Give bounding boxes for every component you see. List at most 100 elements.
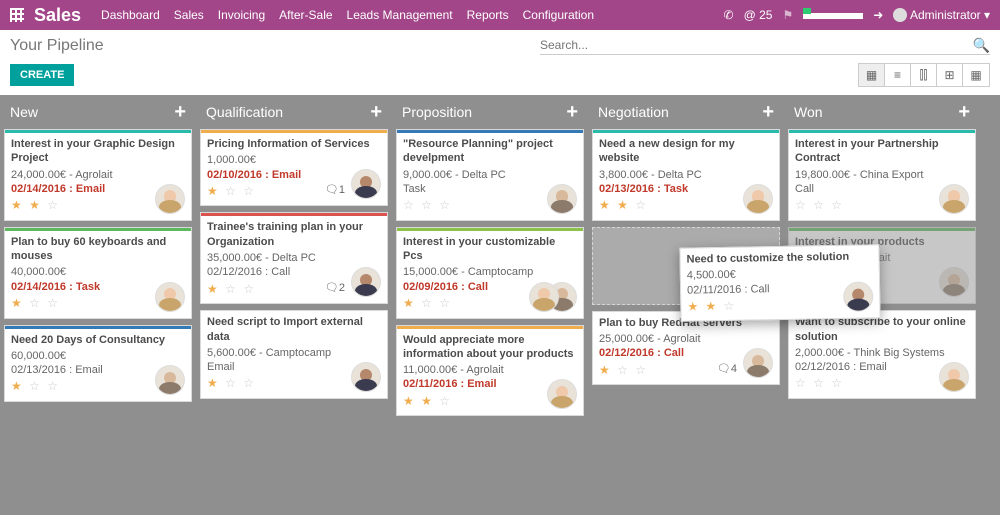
assignee-avatar[interactable]	[547, 379, 577, 409]
add-card-icon[interactable]: +	[762, 101, 774, 124]
menu-item[interactable]: Reports	[467, 8, 509, 22]
kanban-card[interactable]: Pricing Information of Services1,000.00€…	[200, 129, 388, 206]
card-subtitle: 15,000.00€ - Camptocamp	[403, 265, 577, 279]
star-rating[interactable]: ★ ☆ ☆	[11, 296, 60, 312]
user-menu[interactable]: Administrator ▾	[893, 8, 990, 23]
star-rating[interactable]: ★ ☆ ☆	[403, 296, 452, 312]
card-title: Would appreciate more information about …	[403, 333, 577, 362]
star-rating[interactable]: ★ ☆ ☆	[207, 376, 256, 392]
card-stripe	[789, 228, 975, 231]
menu-item[interactable]: Configuration	[523, 8, 594, 22]
search-wrap: 🔍	[540, 36, 990, 55]
assignee-avatar[interactable]	[155, 282, 185, 312]
card-stripe	[201, 213, 387, 216]
assignee-avatar[interactable]	[351, 169, 381, 199]
assignee-avatar[interactable]	[529, 282, 559, 312]
search-icon[interactable]: 🔍	[973, 37, 990, 54]
nav-right: ✆ @ 25 ⚑ ➜ Administrator ▾	[724, 8, 990, 23]
view-graph-icon[interactable]: ⫿⫿	[911, 64, 937, 86]
search-input[interactable]	[540, 36, 973, 54]
assignee-avatar[interactable]	[939, 267, 969, 297]
menu-item[interactable]: Sales	[174, 8, 204, 22]
card-title: Need 20 Days of Consultancy	[11, 333, 185, 347]
page-title: Your Pipeline	[10, 37, 104, 55]
apps-icon[interactable]	[10, 8, 24, 22]
card-subtitle: 35,000.00€ - Delta PC	[207, 251, 381, 265]
comments-count[interactable]: 🗨4	[717, 362, 737, 376]
column-title: Negotiation	[598, 104, 669, 120]
star-rating[interactable]: ★ ☆ ☆	[11, 379, 60, 395]
kanban-card[interactable]: "Resource Planning" project develpment9,…	[396, 129, 584, 221]
star-rating[interactable]: ★ ☆ ☆	[207, 282, 256, 298]
assignee-avatar[interactable]	[939, 184, 969, 214]
card-subtitle: 3,800.00€ - Delta PC	[599, 168, 773, 182]
menu-item[interactable]: Leads Management	[347, 8, 453, 22]
toolbar: CREATE ▦ ≡ ⫿⫿ ⊞ ▦	[0, 59, 1000, 95]
card-stripe	[397, 228, 583, 231]
column-header: Negotiation +	[592, 95, 780, 129]
login-icon[interactable]: ➜	[873, 8, 883, 22]
card-title: Plan to buy 60 keyboards and mouses	[11, 235, 185, 264]
star-rating[interactable]: ★ ☆ ☆	[599, 363, 648, 379]
assignee-avatar[interactable]	[743, 184, 773, 214]
assignee-avatar[interactable]	[351, 267, 381, 297]
column-header: New+	[4, 95, 192, 129]
kanban-column: Qualification+Pricing Information of Ser…	[196, 95, 392, 515]
star-rating[interactable]: ★ ☆ ☆	[207, 184, 256, 200]
kanban-card[interactable]: Interest in your customizable Pcs15,000.…	[396, 227, 584, 319]
add-card-icon[interactable]: +	[370, 101, 382, 124]
assignee-avatar[interactable]	[155, 184, 185, 214]
create-button[interactable]: CREATE	[10, 64, 74, 86]
view-list-icon[interactable]: ≡	[885, 64, 911, 86]
menu-item[interactable]: Invoicing	[218, 8, 265, 22]
card-title: Trainee's training plan in your Organiza…	[207, 220, 381, 249]
view-kanban-icon[interactable]: ▦	[859, 64, 885, 86]
kanban-card[interactable]: Trainee's training plan in your Organiza…	[200, 212, 388, 304]
star-rating[interactable]: ☆ ☆ ☆	[795, 198, 844, 214]
star-rating[interactable]: ☆ ☆ ☆	[403, 198, 452, 214]
kanban-card[interactable]: Interest in your Graphic Design Project2…	[4, 129, 192, 221]
assignee-avatar[interactable]	[939, 362, 969, 392]
card-subtitle: 11,000.00€ - Agrolait	[403, 363, 577, 377]
star-rating[interactable]: ★ ★ ☆	[11, 198, 60, 214]
dragging-card[interactable]: Need to customize the solution 4,500.00€…	[679, 244, 880, 322]
assignee-avatar[interactable]	[155, 365, 185, 395]
star-rating[interactable]: ★ ★ ☆	[687, 299, 736, 315]
kanban-card[interactable]: Need script to Import external data5,600…	[200, 310, 388, 399]
kanban-card[interactable]: Would appreciate more information about …	[396, 325, 584, 417]
message-count[interactable]: @ 25	[744, 8, 773, 22]
column-title: Proposition	[402, 104, 472, 120]
card-subtitle: 60,000.00€	[11, 349, 185, 363]
navbar: Sales Dashboard Sales Invoicing After-Sale L…	[0, 0, 1000, 30]
view-calendar-icon[interactable]: ▦	[963, 64, 989, 86]
progress-bar	[803, 8, 863, 22]
assignee-avatar[interactable]	[843, 282, 874, 313]
kanban-card[interactable]: Plan to buy 60 keyboards and mouses40,00…	[4, 227, 192, 319]
menu-item[interactable]: After-Sale	[279, 8, 332, 22]
add-card-icon[interactable]: +	[174, 101, 186, 124]
kanban-card[interactable]: Need a new design for my website 3,800.00…	[592, 129, 780, 221]
kanban-card[interactable]: Interest in your Partnership Contract19,…	[788, 129, 976, 221]
assignee-avatar[interactable]	[351, 362, 381, 392]
add-card-icon[interactable]: +	[566, 101, 578, 124]
comments-count[interactable]: 🗨2	[325, 281, 345, 295]
card-stripe	[593, 130, 779, 133]
assignee-avatar[interactable]	[743, 348, 773, 378]
star-rating[interactable]: ★ ★ ☆	[403, 394, 452, 410]
assignee-avatar[interactable]	[547, 184, 577, 214]
kanban-card[interactable]: Need 20 Days of Consultancy60,000.00€02/…	[4, 325, 192, 402]
card-title: Need a new design for my website	[599, 137, 773, 166]
add-card-icon[interactable]: +	[958, 101, 970, 124]
brand[interactable]: Sales	[34, 5, 81, 26]
card-stripe	[5, 326, 191, 329]
star-rating[interactable]: ★ ★ ☆	[599, 198, 648, 214]
phone-icon[interactable]: ✆	[724, 8, 734, 22]
menu-item[interactable]: Dashboard	[101, 8, 160, 22]
kanban-card[interactable]: Want to subscribe to your online solutio…	[788, 310, 976, 399]
comments-count[interactable]: 🗨1	[325, 183, 345, 197]
view-pivot-icon[interactable]: ⊞	[937, 64, 963, 86]
chat-icon[interactable]: ⚑	[782, 8, 793, 22]
card-title: Interest in your Graphic Design Project	[11, 137, 185, 166]
card-title: Need to customize the solution	[686, 249, 872, 267]
star-rating[interactable]: ☆ ☆ ☆	[795, 376, 844, 392]
